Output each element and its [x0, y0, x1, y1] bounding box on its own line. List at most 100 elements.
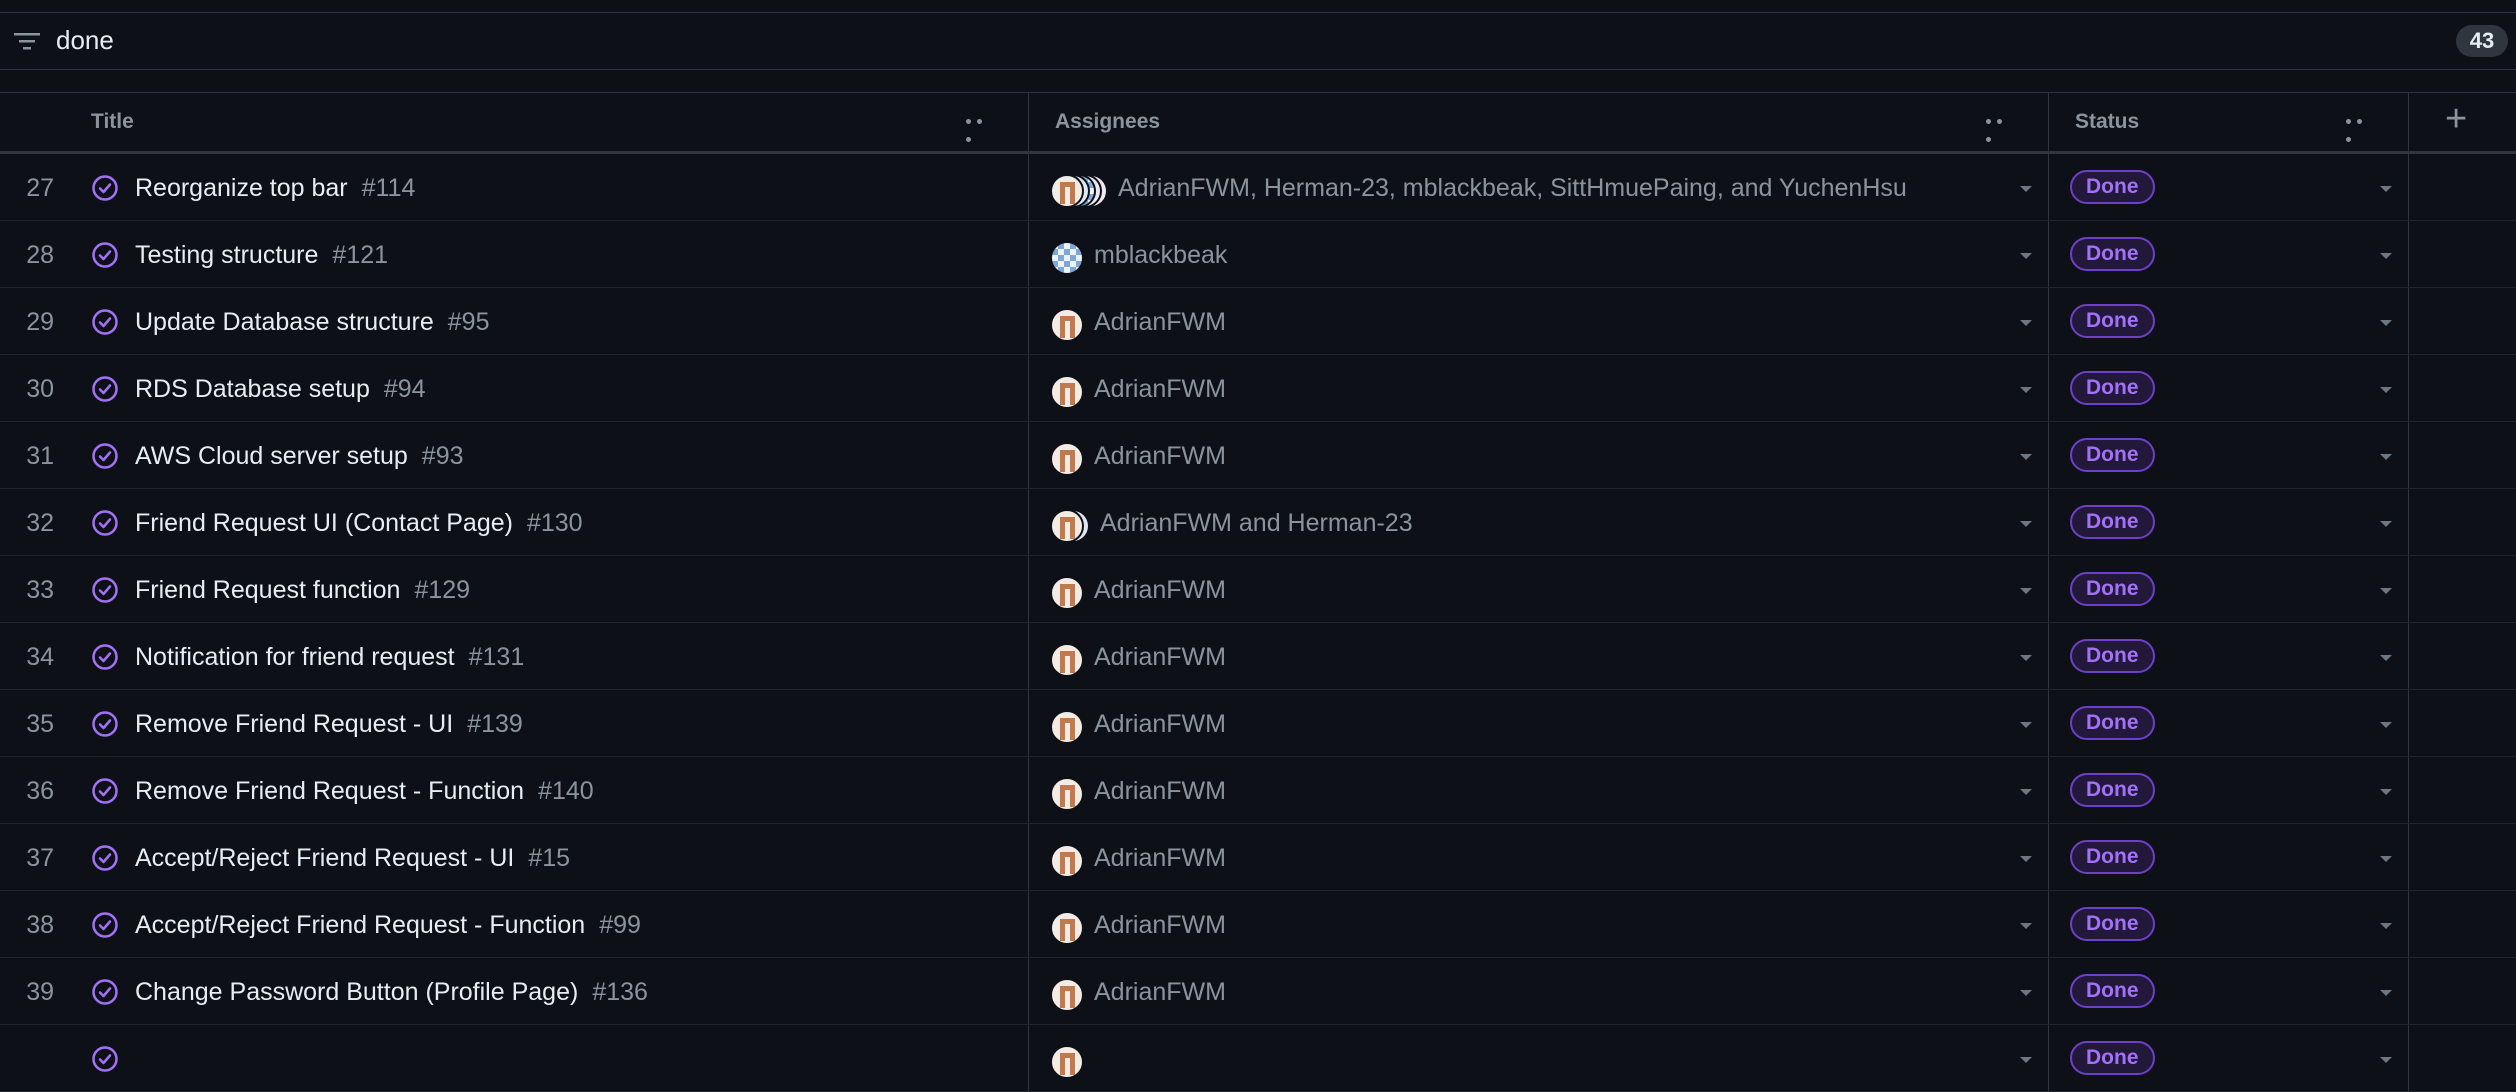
chevron-down-icon[interactable]	[2380, 923, 2392, 929]
chevron-down-icon[interactable]	[2380, 253, 2392, 259]
status-cell[interactable]: Done	[2049, 623, 2409, 689]
table-row[interactable]: Done	[0, 1025, 2516, 1092]
title-cell[interactable]	[0, 1025, 1029, 1091]
status-cell[interactable]: Done	[2049, 690, 2409, 756]
filter-bar[interactable]: done 43	[0, 12, 2516, 70]
status-cell[interactable]: Done	[2049, 355, 2409, 421]
status-cell[interactable]: Done	[2049, 422, 2409, 488]
chevron-down-icon[interactable]	[2020, 387, 2032, 393]
title-cell[interactable]: 27 Reorganize top bar #114	[0, 154, 1029, 220]
status-cell[interactable]: Done	[2049, 958, 2409, 1024]
chevron-down-icon[interactable]	[2380, 655, 2392, 661]
chevron-down-icon[interactable]	[2020, 454, 2032, 460]
title-cell[interactable]: 39 Change Password Button (Profile Page)…	[0, 958, 1029, 1024]
chevron-down-icon[interactable]	[2020, 789, 2032, 795]
status-cell[interactable]: Done	[2049, 556, 2409, 622]
table-row[interactable]: 39 Change Password Button (Profile Page)…	[0, 958, 2516, 1025]
title-cell[interactable]: 30 RDS Database setup #94	[0, 355, 1029, 421]
title-cell[interactable]: 32 Friend Request UI (Contact Page) #130	[0, 489, 1029, 555]
chevron-down-icon[interactable]	[2020, 186, 2032, 192]
chevron-down-icon[interactable]	[2020, 722, 2032, 728]
issue-title-link[interactable]: Update Database structure #95	[135, 308, 490, 337]
column-header-title[interactable]: Title	[0, 93, 1029, 151]
chevron-down-icon[interactable]	[2380, 387, 2392, 393]
title-cell[interactable]: 37 Accept/Reject Friend Request - UI #15	[0, 824, 1029, 890]
assignees-cell[interactable]: AdrianFWM	[1029, 757, 2049, 823]
status-cell[interactable]: Done	[2049, 489, 2409, 555]
assignees-cell[interactable]: AdrianFWM	[1029, 288, 2049, 354]
issue-title-link[interactable]: Accept/Reject Friend Request - Function #…	[135, 911, 641, 940]
table-row[interactable]: 30 RDS Database setup #94 AdrianFWM Done	[0, 355, 2516, 422]
chevron-down-icon[interactable]	[2380, 789, 2392, 795]
title-cell[interactable]: 33 Friend Request function #129	[0, 556, 1029, 622]
table-row[interactable]: 27 Reorganize top bar #114 AdrianFWM, Her…	[0, 154, 2516, 221]
assignees-cell[interactable]: AdrianFWM	[1029, 355, 2049, 421]
chevron-down-icon[interactable]	[2380, 856, 2392, 862]
chevron-down-icon[interactable]	[2380, 588, 2392, 594]
status-cell[interactable]: Done	[2049, 288, 2409, 354]
filter-icon[interactable]	[12, 29, 42, 53]
chevron-down-icon[interactable]	[2380, 722, 2392, 728]
table-row[interactable]: 37 Accept/Reject Friend Request - UI #15 …	[0, 824, 2516, 891]
table-row[interactable]: 33 Friend Request function #129 AdrianFWM…	[0, 556, 2516, 623]
chevron-down-icon[interactable]	[2020, 320, 2032, 326]
assignees-cell[interactable]: AdrianFWM	[1029, 891, 2049, 957]
assignees-cell[interactable]: AdrianFWM and Herman-23	[1029, 489, 2049, 555]
chevron-down-icon[interactable]	[2020, 588, 2032, 594]
table-row[interactable]: 38 Accept/Reject Friend Request - Functi…	[0, 891, 2516, 958]
chevron-down-icon[interactable]	[2020, 990, 2032, 996]
table-row[interactable]: 32 Friend Request UI (Contact Page) #130 …	[0, 489, 2516, 556]
issue-title-link[interactable]: Testing structure #121	[135, 241, 388, 270]
chevron-down-icon[interactable]	[2020, 253, 2032, 259]
assignees-cell[interactable]: AdrianFWM	[1029, 623, 2049, 689]
column-menu-icon[interactable]	[2346, 119, 2378, 142]
issue-title-link[interactable]: Reorganize top bar #114	[135, 174, 415, 203]
title-cell[interactable]: 35 Remove Friend Request - UI #139	[0, 690, 1029, 756]
assignees-cell[interactable]: AdrianFWM	[1029, 824, 2049, 890]
column-menu-icon[interactable]	[966, 119, 998, 142]
chevron-down-icon[interactable]	[2020, 521, 2032, 527]
chevron-down-icon[interactable]	[2020, 923, 2032, 929]
column-header-status[interactable]: Status	[2049, 93, 2409, 151]
assignees-cell[interactable]: AdrianFWM	[1029, 690, 2049, 756]
assignees-cell[interactable]: AdrianFWM, Herman-23, mblackbeak, SittHm…	[1029, 154, 2049, 220]
status-cell[interactable]: Done	[2049, 757, 2409, 823]
status-cell[interactable]: Done	[2049, 824, 2409, 890]
issue-title-link[interactable]: Remove Friend Request - UI #139	[135, 710, 523, 739]
issue-title-link[interactable]	[135, 1045, 149, 1074]
chevron-down-icon[interactable]	[2020, 1057, 2032, 1063]
title-cell[interactable]: 38 Accept/Reject Friend Request - Functi…	[0, 891, 1029, 957]
status-cell[interactable]: Done	[2049, 891, 2409, 957]
table-row[interactable]: 28 Testing structure #121 mblackbeak Done	[0, 221, 2516, 288]
status-cell[interactable]: Done	[2049, 1025, 2409, 1091]
title-cell[interactable]: 28 Testing structure #121	[0, 221, 1029, 287]
assignees-cell[interactable]: mblackbeak	[1029, 221, 2049, 287]
chevron-down-icon[interactable]	[2020, 655, 2032, 661]
assignees-cell[interactable]: AdrianFWM	[1029, 958, 2049, 1024]
issue-title-link[interactable]: Remove Friend Request - Function #140	[135, 777, 594, 806]
title-cell[interactable]: 29 Update Database structure #95	[0, 288, 1029, 354]
chevron-down-icon[interactable]	[2380, 454, 2392, 460]
chevron-down-icon[interactable]	[2380, 1057, 2392, 1063]
issue-title-link[interactable]: RDS Database setup #94	[135, 375, 426, 404]
table-row[interactable]: 36 Remove Friend Request - Function #140 …	[0, 757, 2516, 824]
title-cell[interactable]: 36 Remove Friend Request - Function #140	[0, 757, 1029, 823]
add-field-button[interactable]: +	[2409, 93, 2516, 151]
column-menu-icon[interactable]	[1986, 119, 2018, 142]
column-header-assignees[interactable]: Assignees	[1029, 93, 2049, 151]
table-row[interactable]: 31 AWS Cloud server setup #93 AdrianFWM D…	[0, 422, 2516, 489]
issue-title-link[interactable]: Friend Request function #129	[135, 576, 470, 605]
chevron-down-icon[interactable]	[2020, 856, 2032, 862]
filter-input[interactable]: done	[56, 25, 114, 56]
table-row[interactable]: 35 Remove Friend Request - UI #139 Adrian…	[0, 690, 2516, 757]
chevron-down-icon[interactable]	[2380, 990, 2392, 996]
issue-title-link[interactable]: AWS Cloud server setup #93	[135, 442, 464, 471]
status-cell[interactable]: Done	[2049, 221, 2409, 287]
assignees-cell[interactable]: AdrianFWM	[1029, 556, 2049, 622]
table-row[interactable]: 29 Update Database structure #95 AdrianFW…	[0, 288, 2516, 355]
issue-title-link[interactable]: Change Password Button (Profile Page) #13…	[135, 978, 648, 1007]
assignees-cell[interactable]: AdrianFWM	[1029, 422, 2049, 488]
title-cell[interactable]: 31 AWS Cloud server setup #93	[0, 422, 1029, 488]
issue-title-link[interactable]: Notification for friend request #131	[135, 643, 524, 672]
table-row[interactable]: 34 Notification for friend request #131 A…	[0, 623, 2516, 690]
